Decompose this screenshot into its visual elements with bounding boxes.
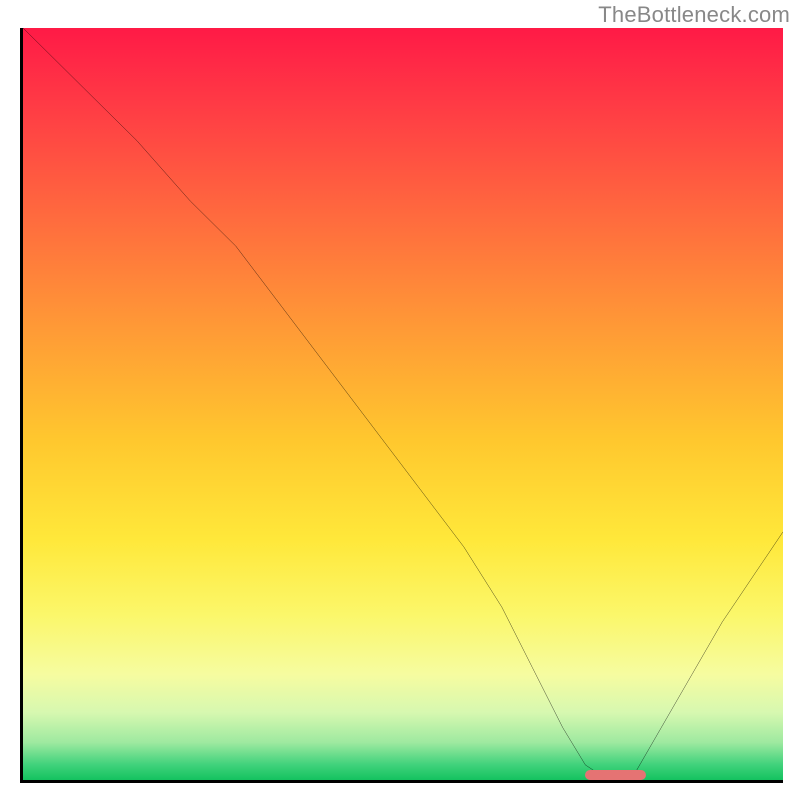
plot-area <box>20 28 783 783</box>
watermark-text: TheBottleneck.com <box>598 2 790 28</box>
bottleneck-curve <box>23 28 783 780</box>
chart-container: TheBottleneck.com <box>0 0 800 800</box>
minimum-marker <box>585 770 646 780</box>
